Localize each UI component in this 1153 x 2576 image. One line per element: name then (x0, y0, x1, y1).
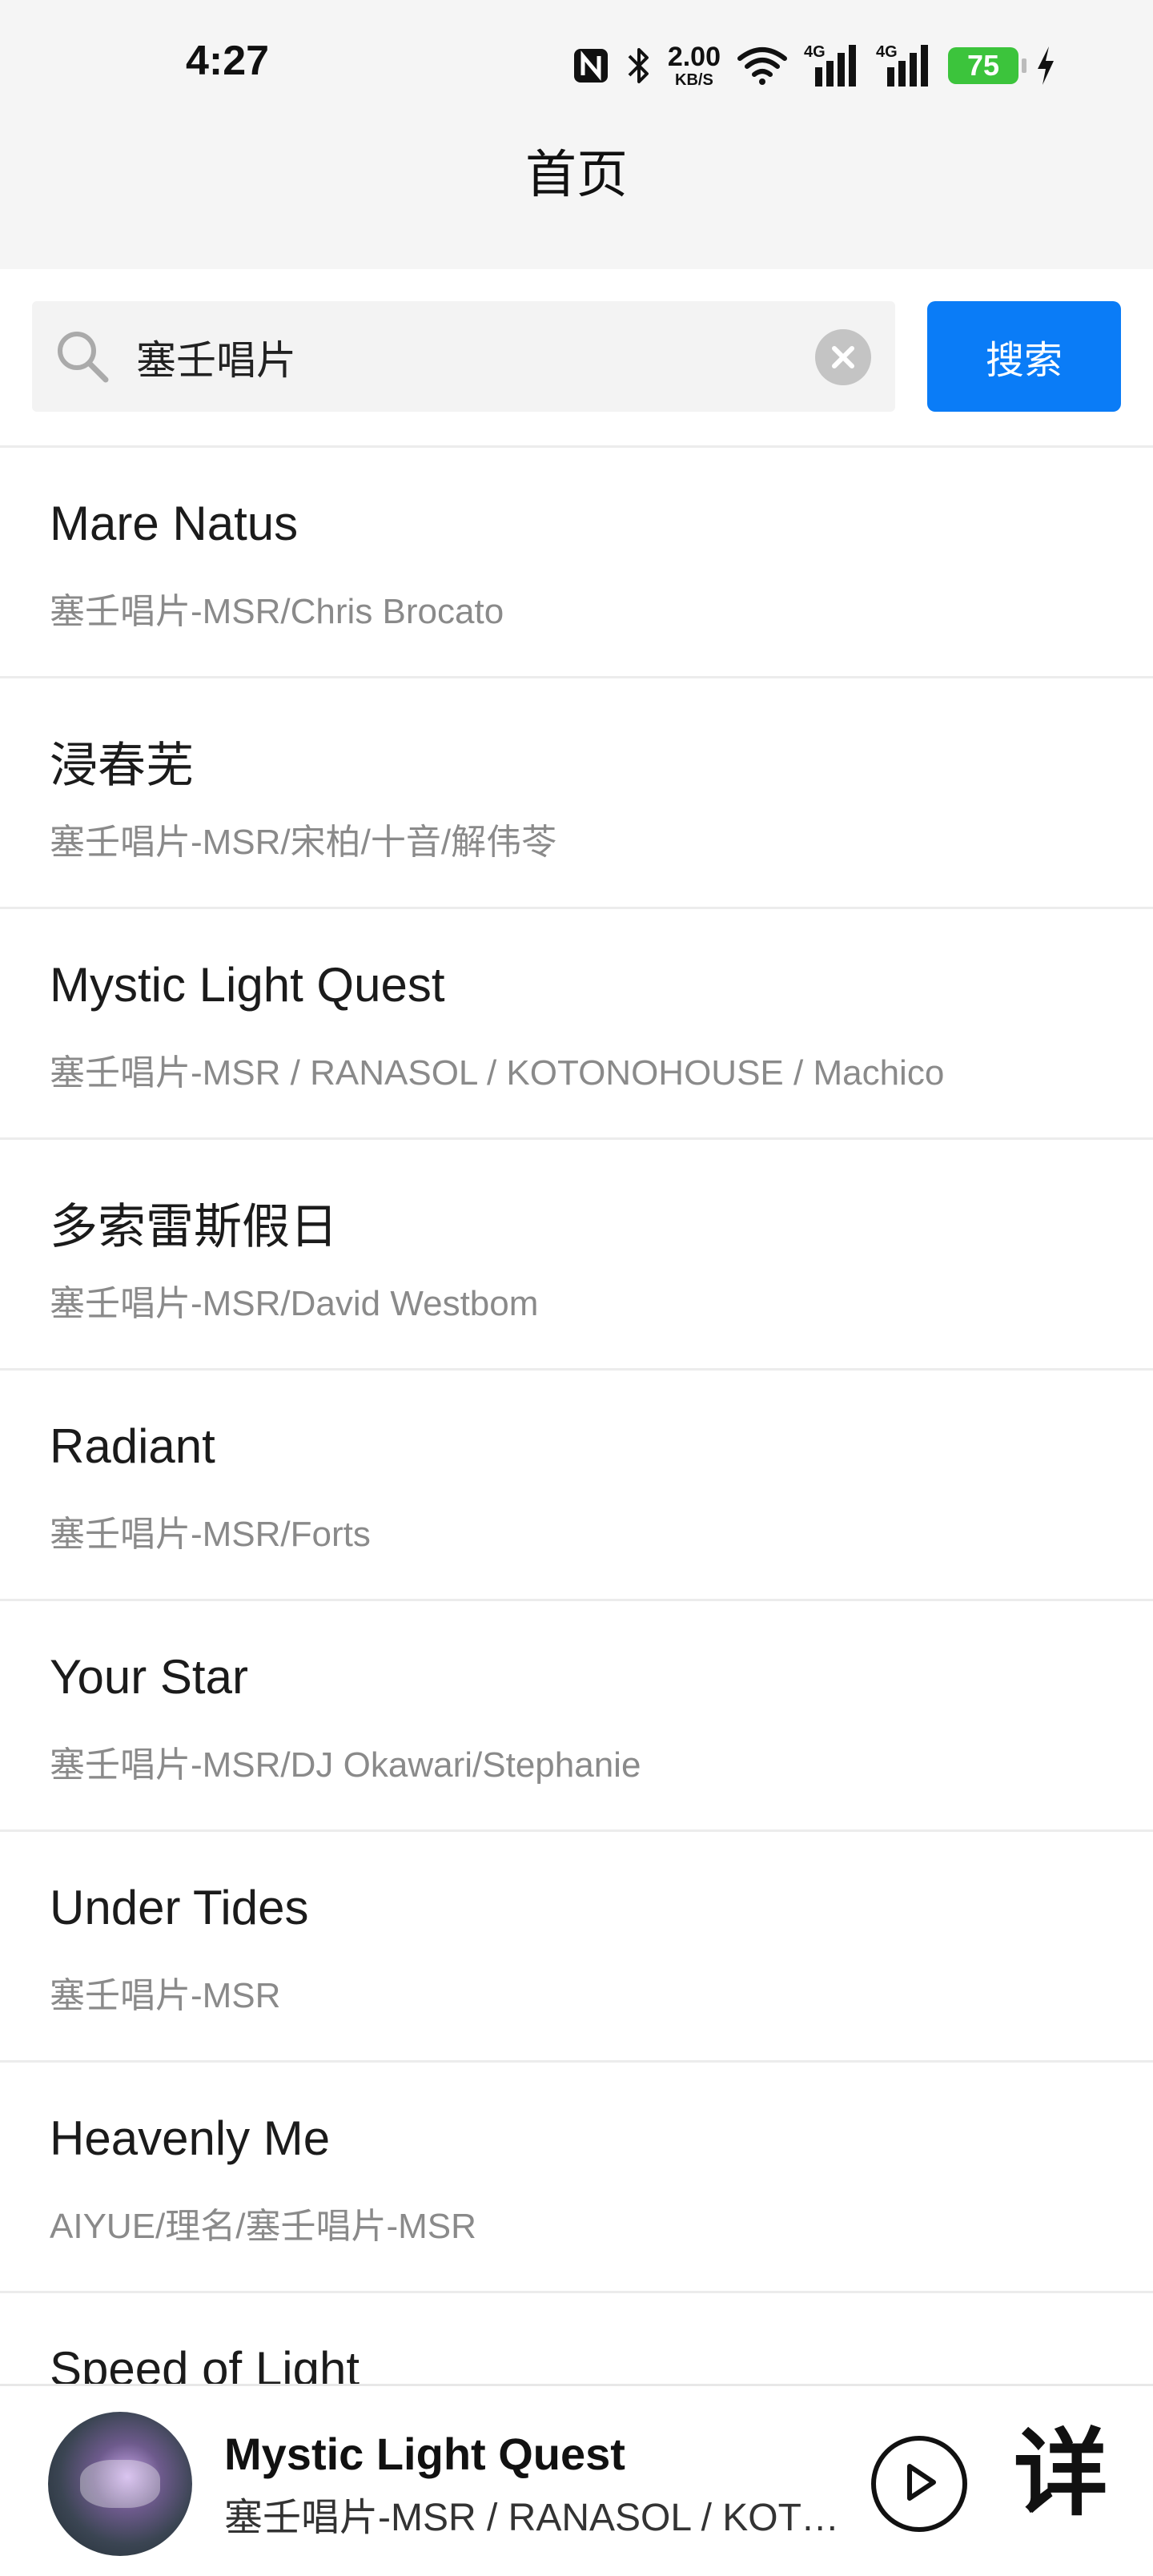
page-title: 首页 (525, 146, 628, 205)
song-title: Mare Natus (50, 497, 299, 550)
song-artist: 塞壬唱片-MSR (50, 1976, 281, 2015)
song-artist: 塞壬唱片-MSR/Forts (50, 1515, 371, 1554)
list-item[interactable]: 多索雷斯假日 塞壬唱片-MSR/David Westbom (0, 1140, 1153, 1371)
list-item[interactable]: Radiant 塞壬唱片-MSR/Forts (0, 1371, 1153, 1601)
clear-icon[interactable] (815, 329, 871, 385)
list-item[interactable]: Heavenly Me AIYUE/理名/塞壬唱片-MSR (0, 2063, 1153, 2293)
song-title: 多索雷斯假日 (50, 1200, 338, 1254)
status-bar: 4:27 2.00 KB/S 4G 4G 75 (0, 0, 1153, 136)
song-artist: 塞壬唱片-MSR/DJ Okawari/Stephanie (50, 1745, 641, 1785)
now-playing-title: Mystic Light Quest (224, 2429, 625, 2479)
list-item[interactable]: Mare Natus 塞壬唱片-MSR/Chris Brocato (0, 448, 1153, 678)
search-field[interactable] (32, 301, 895, 413)
song-title: 浸春芜 (50, 739, 194, 792)
status-icons: 2.00 KB/S 4G 4G 75 (572, 42, 1057, 90)
song-artist: 塞壬唱片-MSR / RANASOL / KOTONOHOUSE / Machi… (50, 1053, 945, 1093)
signal-icon: 4G (876, 43, 932, 88)
nfc-icon (572, 46, 610, 85)
song-artist: 塞壬唱片-MSR/David Westbom (50, 1284, 539, 1323)
song-title: Under Tides (50, 1881, 309, 1934)
search-input[interactable] (135, 301, 826, 413)
play-icon (900, 2461, 938, 2506)
list-item[interactable]: 浸春芜 塞壬唱片-MSR/宋柏/十音/解伟苓 (0, 678, 1153, 909)
song-title: Your Star (50, 1650, 248, 1704)
signal-icon: 4G (804, 43, 860, 88)
song-artist: AIYUE/理名/塞壬唱片-MSR (50, 2207, 476, 2246)
song-list: Mare Natus 塞壬唱片-MSR/Chris Brocato 浸春芜 塞壬… (0, 448, 1153, 2524)
play-button[interactable] (871, 2436, 967, 2532)
search-bar: 搜索 (0, 269, 1153, 448)
now-playing-artist: 塞壬唱片-MSR / RANASOL / KOTONOHOUSE / Machi… (224, 2497, 865, 2539)
song-title: Mystic Light Quest (50, 958, 445, 1012)
status-time: 4:27 (186, 38, 270, 84)
song-artist: 塞壬唱片-MSR/宋柏/十音/解伟苓 (50, 823, 557, 862)
battery-icon: 75 (948, 47, 1026, 84)
mini-player[interactable]: Mystic Light Quest 塞壬唱片-MSR / RANASOL / … (0, 2384, 1153, 2576)
list-item[interactable]: Your Star 塞壬唱片-MSR/DJ Okawari/Stephanie (0, 1601, 1153, 1832)
song-title: Heavenly Me (50, 2111, 331, 2165)
list-item[interactable]: Under Tides 塞壬唱片-MSR (0, 1832, 1153, 2063)
page-header: 首页 (0, 136, 1153, 269)
detail-button[interactable]: 详 (1014, 2426, 1108, 2521)
bluetooth-icon (626, 45, 652, 87)
wifi-icon (737, 46, 788, 86)
search-icon (54, 328, 110, 388)
song-artist: 塞壬唱片-MSR/Chris Brocato (50, 592, 504, 631)
charging-icon (1034, 45, 1057, 87)
list-item[interactable]: Mystic Light Quest 塞壬唱片-MSR / RANASOL / … (0, 909, 1153, 1140)
song-title: Radiant (50, 1419, 215, 1473)
search-button[interactable]: 搜索 (927, 301, 1121, 412)
album-art[interactable] (48, 2412, 192, 2556)
network-speed: 2.00 KB/S (667, 42, 721, 89)
